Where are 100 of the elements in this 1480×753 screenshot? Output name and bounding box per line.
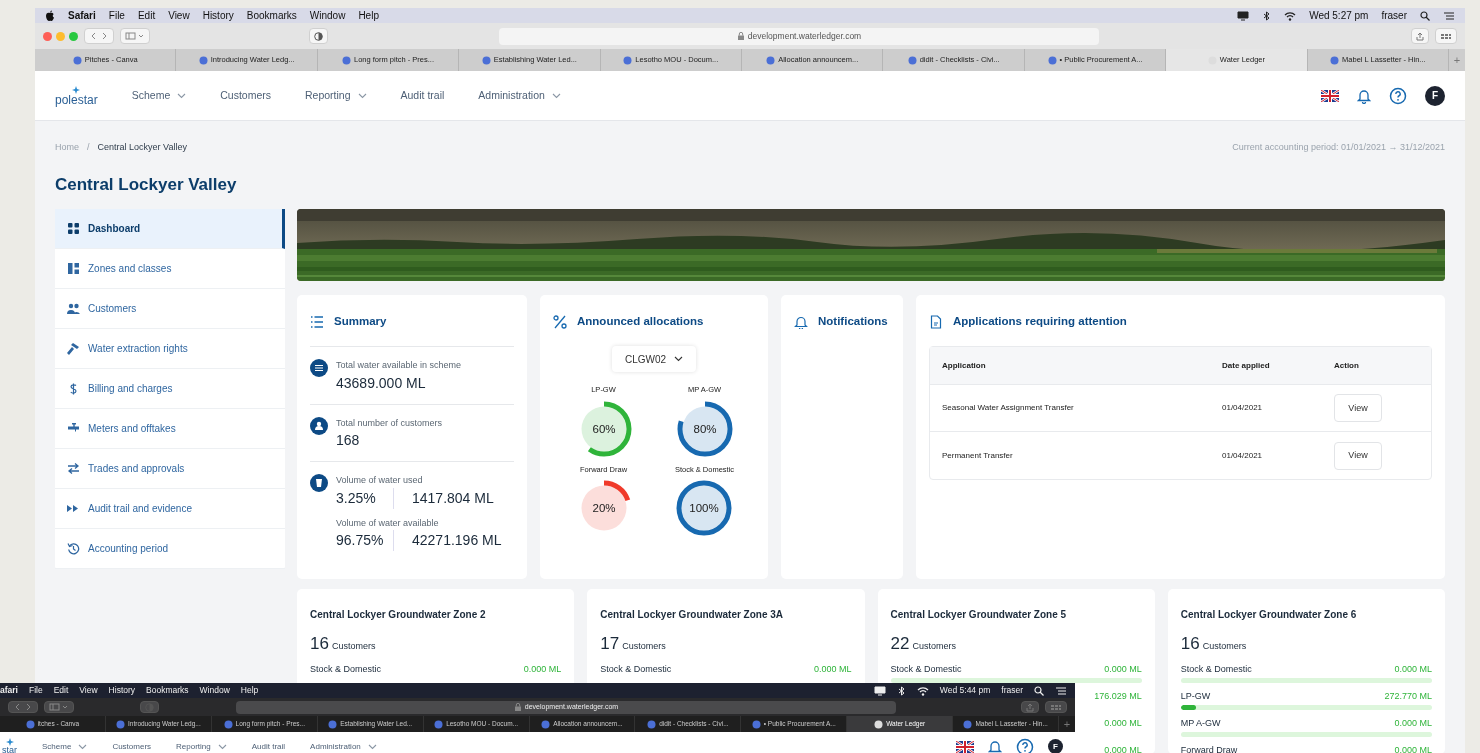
favicon-icon xyxy=(198,55,208,65)
grid-icon xyxy=(1440,32,1452,40)
chevrons-icon xyxy=(89,32,109,40)
app-menu[interactable]: afari xyxy=(0,684,18,697)
nav-menu-item[interactable]: Reporting xyxy=(176,740,227,753)
customer-count: 16 xyxy=(310,633,329,655)
sidebar-item[interactable]: Trades and approvals xyxy=(55,449,285,489)
allocation-label: Stock & Domestic xyxy=(1180,662,1252,676)
column-header: Date applied xyxy=(1222,359,1271,372)
nav-menu-item[interactable]: Scheme xyxy=(42,740,88,753)
menu-item[interactable]: Window xyxy=(309,8,346,23)
stat-value: 43689.000 ML xyxy=(336,373,427,393)
search-icon[interactable] xyxy=(1420,10,1430,21)
sidebar-item[interactable]: Accounting period xyxy=(55,529,285,569)
nav-menu-item[interactable]: Customers xyxy=(112,740,152,753)
sidebar-item[interactable]: Water extraction rights xyxy=(55,329,285,369)
user-menu[interactable]: fraser xyxy=(1001,684,1023,697)
stat-label: Volume of water used xyxy=(336,474,424,488)
lock-icon xyxy=(736,32,745,40)
nav-menu-item[interactable]: Administration xyxy=(310,740,377,753)
menu-item[interactable]: Bookmarks xyxy=(146,684,189,697)
table-cell-text: 01/04/2021 xyxy=(1222,402,1264,415)
bluetooth-icon[interactable] xyxy=(896,685,906,696)
table-cell-text: Seasonal Water Assignment Transfer xyxy=(942,402,1075,415)
menu-item[interactable]: Edit xyxy=(137,8,156,23)
menu-item[interactable]: History xyxy=(202,8,234,23)
bluetooth-icon[interactable] xyxy=(1262,10,1272,21)
list-icon[interactable] xyxy=(1443,10,1455,21)
logo[interactable]: star xyxy=(2,738,17,753)
menu-item[interactable]: View xyxy=(79,684,98,697)
sidebar-item[interactable]: Meters and offtakes xyxy=(55,409,285,449)
flag-icon[interactable] xyxy=(956,740,974,753)
back-forward-button[interactable] xyxy=(8,701,38,713)
menu-item[interactable]: Help xyxy=(240,684,259,697)
help-icon[interactable] xyxy=(1016,737,1034,753)
user-menu[interactable]: fraser xyxy=(1381,8,1407,23)
nav-menu-item[interactable]: Administration xyxy=(478,87,561,104)
sidebar-item[interactable]: Dashboard xyxy=(55,209,285,249)
stat-value: 168 xyxy=(336,431,361,451)
zone-select[interactable]: CLGW02 xyxy=(612,346,696,373)
menu-item[interactable]: History xyxy=(108,684,136,697)
favicon-icon xyxy=(481,55,491,65)
menu-item[interactable]: File xyxy=(108,8,125,23)
allocation-value: 0.000 ML xyxy=(1394,743,1432,753)
nav-menu-item[interactable]: Customers xyxy=(220,87,271,104)
new-tab-button[interactable]: + xyxy=(1059,716,1075,732)
wifi-icon[interactable] xyxy=(1284,10,1297,21)
view-button[interactable]: View xyxy=(1334,441,1382,470)
address-bar[interactable]: development.waterledger.com xyxy=(499,27,1099,45)
display-icon[interactable] xyxy=(1237,10,1250,21)
share-button[interactable] xyxy=(1021,701,1039,713)
tab-overview-button[interactable] xyxy=(1045,701,1067,713)
menu-clock[interactable]: Wed 5:27 pm xyxy=(1309,8,1369,23)
help-icon[interactable] xyxy=(1389,86,1407,105)
allocation-value: 0.000 ML xyxy=(813,662,852,676)
search-icon[interactable] xyxy=(1034,685,1044,696)
stat-percent: 3.25% xyxy=(336,487,394,509)
sidebar-item[interactable]: Audit trail and evidence xyxy=(55,489,285,529)
star-icon xyxy=(72,85,81,94)
avatar[interactable]: F xyxy=(1048,739,1063,753)
column-header: Action xyxy=(1334,359,1360,372)
people-icon xyxy=(67,302,80,315)
sidebar-button[interactable] xyxy=(44,701,74,713)
sidebar-item[interactable]: Billing and charges xyxy=(55,369,285,409)
nav-menu-item[interactable]: Audit trail xyxy=(400,87,445,104)
sidebar-icon xyxy=(125,32,145,40)
app-menu[interactable]: Safari xyxy=(68,8,96,23)
menu-item[interactable]: View xyxy=(168,8,190,23)
nav-menu-item[interactable]: Audit trail xyxy=(251,740,286,753)
shield-icon xyxy=(314,31,323,41)
customer-count: 17 xyxy=(600,633,620,655)
sidebar-item[interactable]: Zones and classes xyxy=(55,249,285,289)
menu-item[interactable]: Window xyxy=(199,684,230,697)
avatar[interactable]: F xyxy=(1425,85,1445,106)
table-cell-text: 01/04/2021 xyxy=(1222,449,1264,462)
fast-forward-icon xyxy=(67,502,80,515)
bell-icon[interactable] xyxy=(988,738,1002,753)
column-header: Application xyxy=(942,359,987,372)
bell-icon[interactable] xyxy=(1357,87,1371,104)
wifi-icon[interactable] xyxy=(916,685,929,696)
percent-icon xyxy=(553,314,567,329)
favicon-icon xyxy=(25,719,35,729)
menu-item[interactable]: Bookmarks xyxy=(246,8,297,23)
logo[interactable]: polestar xyxy=(55,85,98,106)
count-unit: Customers xyxy=(1202,640,1247,653)
chevrons-icon xyxy=(13,703,33,711)
menu-item[interactable]: Edit xyxy=(53,684,69,697)
menu-clock[interactable]: Wed 5:44 pm xyxy=(939,684,991,697)
flag-icon[interactable] xyxy=(1321,89,1339,102)
nav-menu-item[interactable]: Scheme xyxy=(131,87,187,104)
nav-menu-item[interactable]: Reporting xyxy=(305,87,367,104)
share-icon xyxy=(1416,31,1424,41)
favicon-icon xyxy=(72,55,82,65)
allocation-value: 0.000 ML xyxy=(1104,662,1142,676)
menu-item[interactable]: File xyxy=(28,684,43,697)
favicon-icon xyxy=(907,55,917,65)
sidebar-item[interactable]: Customers xyxy=(55,289,285,329)
view-button[interactable]: View xyxy=(1334,394,1382,423)
stat-value: 42271.196 ML xyxy=(412,531,502,551)
menu-item[interactable]: Help xyxy=(358,8,379,23)
